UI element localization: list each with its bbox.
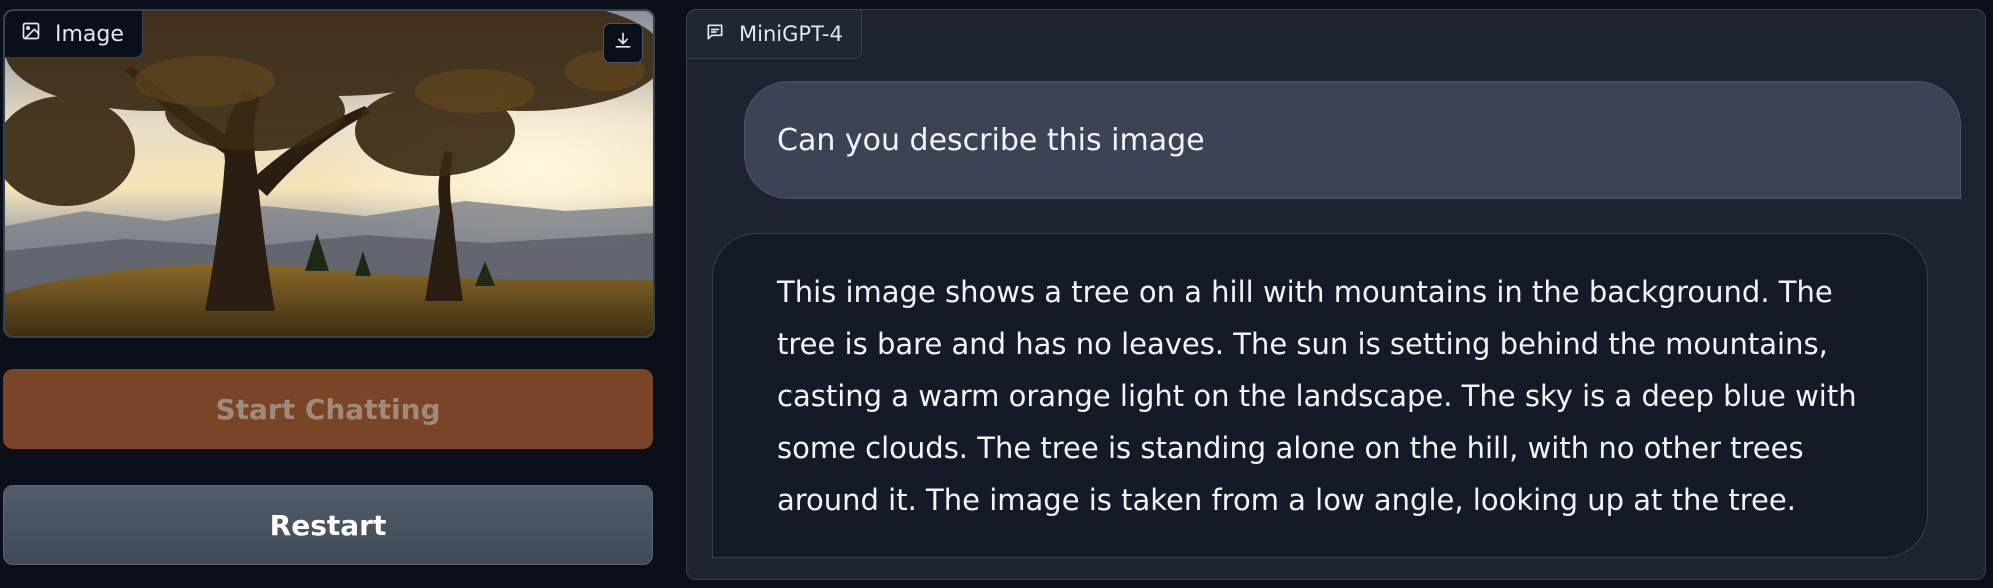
download-icon — [613, 31, 633, 55]
bot-message-text: This image shows a tree on a hill with m… — [777, 275, 1857, 517]
image-label: Image — [5, 11, 143, 58]
chat-panel: MiniGPT-4 Can you describe this image Th… — [686, 9, 1986, 580]
app-root: Image Start Chatting Restart MiniGPT-4 C… — [0, 0, 1993, 588]
image-label-text: Image — [55, 21, 124, 47]
image-panel: Image — [3, 9, 655, 338]
restart-button[interactable]: Restart — [3, 485, 653, 565]
download-button[interactable] — [603, 23, 643, 63]
chat-label-text: MiniGPT-4 — [739, 22, 843, 46]
user-message: Can you describe this image — [744, 81, 1961, 199]
uploaded-photo — [5, 11, 653, 336]
bot-message: This image shows a tree on a hill with m… — [712, 233, 1928, 558]
user-message-text: Can you describe this image — [777, 122, 1205, 158]
chat-label: MiniGPT-4 — [686, 9, 862, 59]
image-icon — [21, 21, 41, 47]
chat-icon — [705, 22, 725, 47]
start-chatting-button[interactable]: Start Chatting — [3, 369, 653, 449]
